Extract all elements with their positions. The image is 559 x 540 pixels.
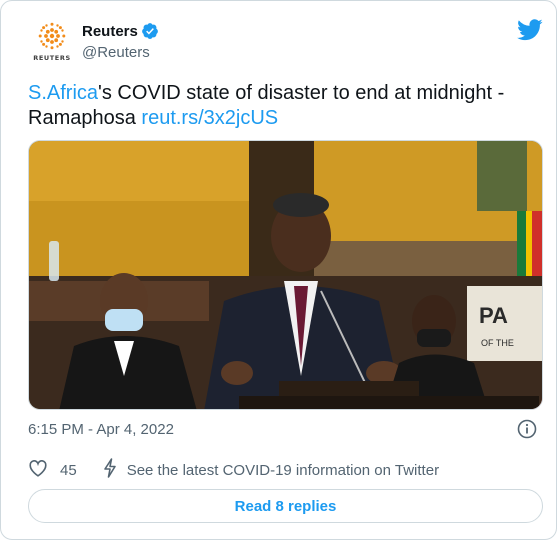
heart-icon	[28, 459, 48, 482]
author-display-name[interactable]: Reuters	[82, 23, 138, 40]
info-icon[interactable]	[517, 419, 537, 439]
tweet-header: REUTERS Reuters @Reuters	[28, 19, 543, 67]
verified-badge-icon	[141, 22, 159, 40]
tweet-card[interactable]: REUTERS Reuters @Reuters S.Africa's COVI…	[0, 0, 557, 540]
reuters-logo-icon	[38, 22, 66, 50]
tweet-text: S.Africa's COVID state of disaster to en…	[28, 81, 538, 131]
author-handle[interactable]: @Reuters	[82, 44, 150, 61]
photo-sign-subtext: OF THE	[481, 338, 514, 348]
photo-sign-text: PA	[479, 303, 508, 328]
reuters-logo[interactable]: REUTERS	[28, 19, 76, 67]
like-count: 45	[60, 461, 77, 479]
tweet-hashtag-link[interactable]: S.Africa	[28, 82, 98, 104]
tweet-timestamp[interactable]: 6:15 PM - Apr 4, 2022	[28, 421, 174, 438]
covid-info-text[interactable]: See the latest COVID-19 information on T…	[127, 462, 439, 479]
tweet-photo[interactable]: PA OF THE	[28, 140, 543, 410]
read-replies-button[interactable]: Read 8 replies	[28, 489, 543, 523]
tweet-actions: 45 See the latest COVID-19 information o…	[28, 457, 543, 483]
tweet-short-link[interactable]: reut.rs/3x2jcUS	[141, 107, 278, 129]
lightning-icon	[103, 457, 117, 483]
parliament-photo: PA OF THE	[29, 141, 542, 409]
author-name-row[interactable]: Reuters	[82, 22, 159, 40]
covid-info-link[interactable]: See the latest COVID-19 information on T…	[103, 457, 439, 483]
twitter-bird-icon[interactable]	[517, 19, 543, 41]
reuters-logo-wordmark: REUTERS	[33, 54, 71, 62]
like-button[interactable]: 45	[28, 459, 77, 482]
